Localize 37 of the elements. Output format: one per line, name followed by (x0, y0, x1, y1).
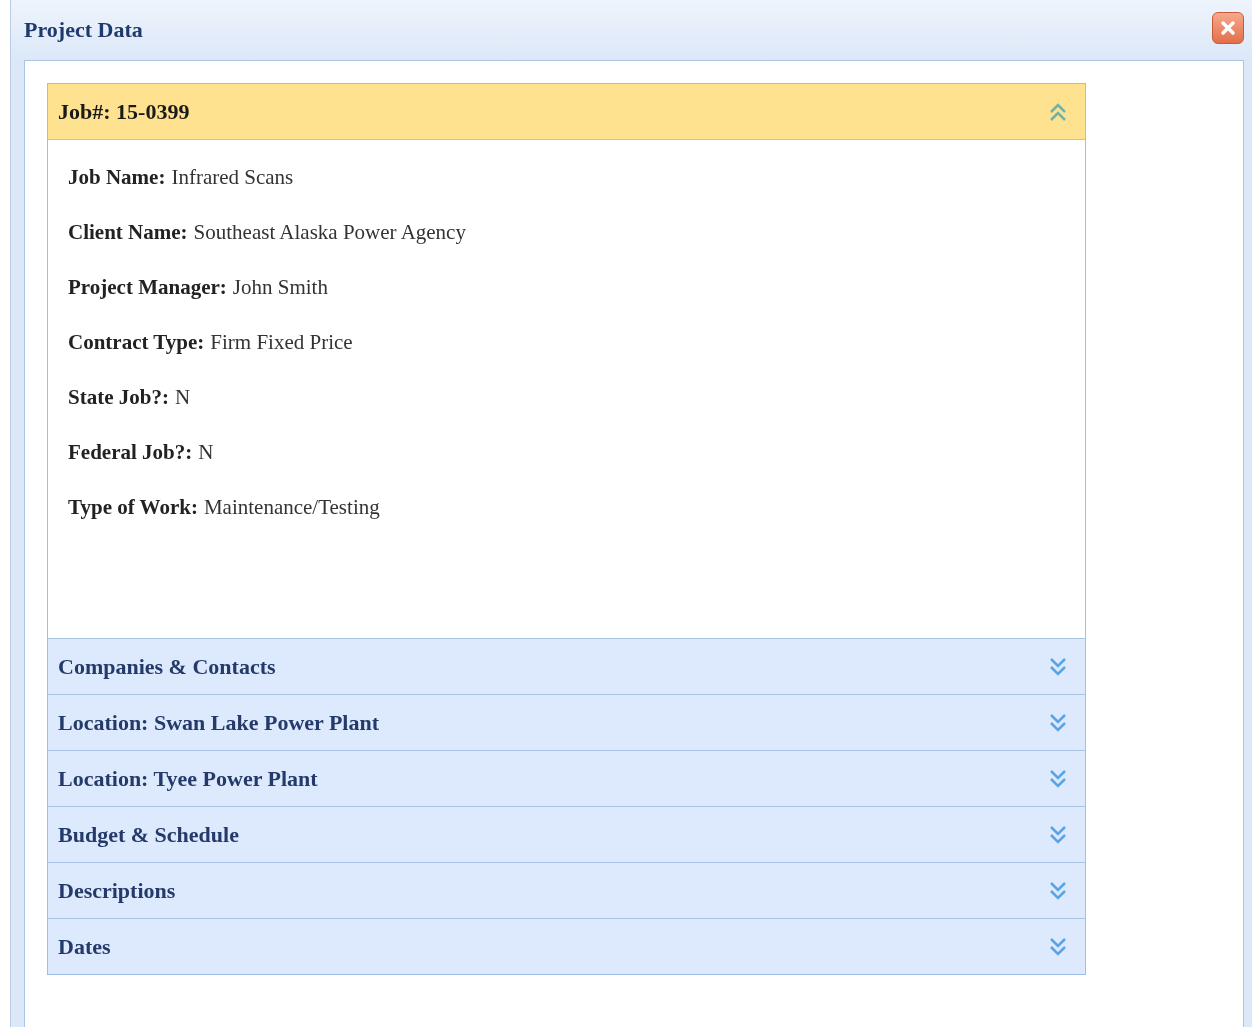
accordion-header[interactable]: Dates (48, 918, 1085, 974)
field-label: State Job?: (68, 385, 169, 410)
section-title: Location: Tyee Power Plant (58, 765, 318, 792)
field-value: N (198, 440, 214, 465)
field-label: Type of Work: (68, 495, 198, 520)
accordion-header[interactable]: Location: Swan Lake Power Plant (48, 694, 1085, 750)
expand-icon (1047, 711, 1069, 734)
field-label: Client Name: (68, 220, 188, 245)
field-value: N (174, 385, 191, 410)
section-title: Companies & Contacts (58, 653, 276, 680)
accordion-header[interactable]: Descriptions (48, 862, 1085, 918)
expand-icon (1047, 655, 1069, 678)
window-title: Project Data (24, 17, 143, 43)
field-value: Maintenance/Testing (203, 495, 380, 520)
field-value: Southeast Alaska Power Agency (193, 220, 466, 245)
accordion-header[interactable]: Job#: 15-0399 (48, 84, 1085, 139)
accordion-header[interactable]: Budget & Schedule (48, 806, 1085, 862)
accordion-header[interactable]: Location: Tyee Power Plant (48, 750, 1085, 806)
section-title: Location: Swan Lake Power Plant (58, 709, 380, 736)
field-value: Infrared Scans (171, 165, 294, 190)
expand-icon (1047, 823, 1069, 846)
field-label: Federal Job?: (68, 440, 193, 465)
field-value: John Smith (232, 275, 328, 300)
field-label: Job Name: (68, 165, 166, 190)
expand-icon (1047, 767, 1069, 790)
section-title: Descriptions (58, 877, 176, 904)
section-title: Job#: 15-0399 (58, 98, 190, 125)
section-title: Dates (58, 933, 111, 960)
accordion-header[interactable]: Companies & Contacts (48, 638, 1085, 694)
close-button[interactable] (1212, 12, 1244, 44)
field-label: Contract Type: (68, 330, 205, 355)
section-title: Budget & Schedule (58, 821, 239, 848)
field-label: Project Manager: (68, 275, 227, 300)
expand-icon (1047, 935, 1069, 958)
field-value: Firm Fixed Price (210, 330, 353, 355)
expand-icon (1047, 879, 1069, 902)
close-icon (1220, 20, 1236, 36)
